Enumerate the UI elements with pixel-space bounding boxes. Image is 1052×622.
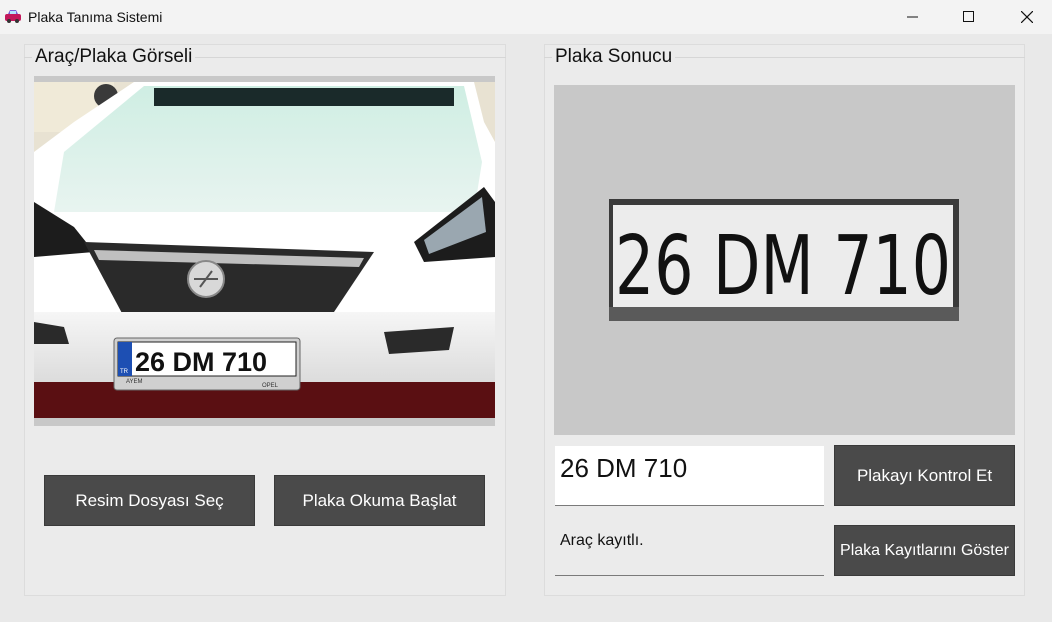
plate-value-field[interactable]: 26 DM 710 xyxy=(555,446,824,506)
show-records-button[interactable]: Plaka Kayıtlarını Göster xyxy=(834,525,1015,576)
check-plate-button[interactable]: Plakayı Kontrol Et xyxy=(834,445,1015,506)
right-panel-title: Plaka Sonucu xyxy=(552,46,676,68)
title-bar: Plaka Tanıma Sistemi xyxy=(0,0,1052,34)
minimize-icon xyxy=(907,16,918,18)
plate-crop-image: 26 DM 710 xyxy=(609,199,959,321)
plate-crop-text: 26 DM 710 xyxy=(615,219,951,314)
left-panel-title: Araç/Plaka Görseli xyxy=(32,46,196,68)
maximize-button[interactable] xyxy=(946,0,992,34)
plate-badge-text: AYEM xyxy=(126,379,143,385)
plate-country-text: TR xyxy=(120,369,129,375)
minimize-button[interactable] xyxy=(890,0,936,34)
close-icon xyxy=(1021,11,1033,23)
status-text: Araç kayıtlı. xyxy=(555,526,824,576)
close-button[interactable] xyxy=(1004,0,1050,34)
car-icon xyxy=(5,10,21,23)
window-title: Plaka Tanıma Sistemi xyxy=(28,9,163,25)
maximize-icon xyxy=(963,11,974,22)
plate-brand-text: OPEL xyxy=(262,383,279,389)
car-image: TR 26 DM 710 AYEM OPEL xyxy=(34,82,495,418)
select-image-button[interactable]: Resim Dosyası Seç xyxy=(44,475,255,526)
car-plate-text: 26 DM 710 xyxy=(135,347,267,377)
start-reading-button[interactable]: Plaka Okuma Başlat xyxy=(274,475,485,526)
